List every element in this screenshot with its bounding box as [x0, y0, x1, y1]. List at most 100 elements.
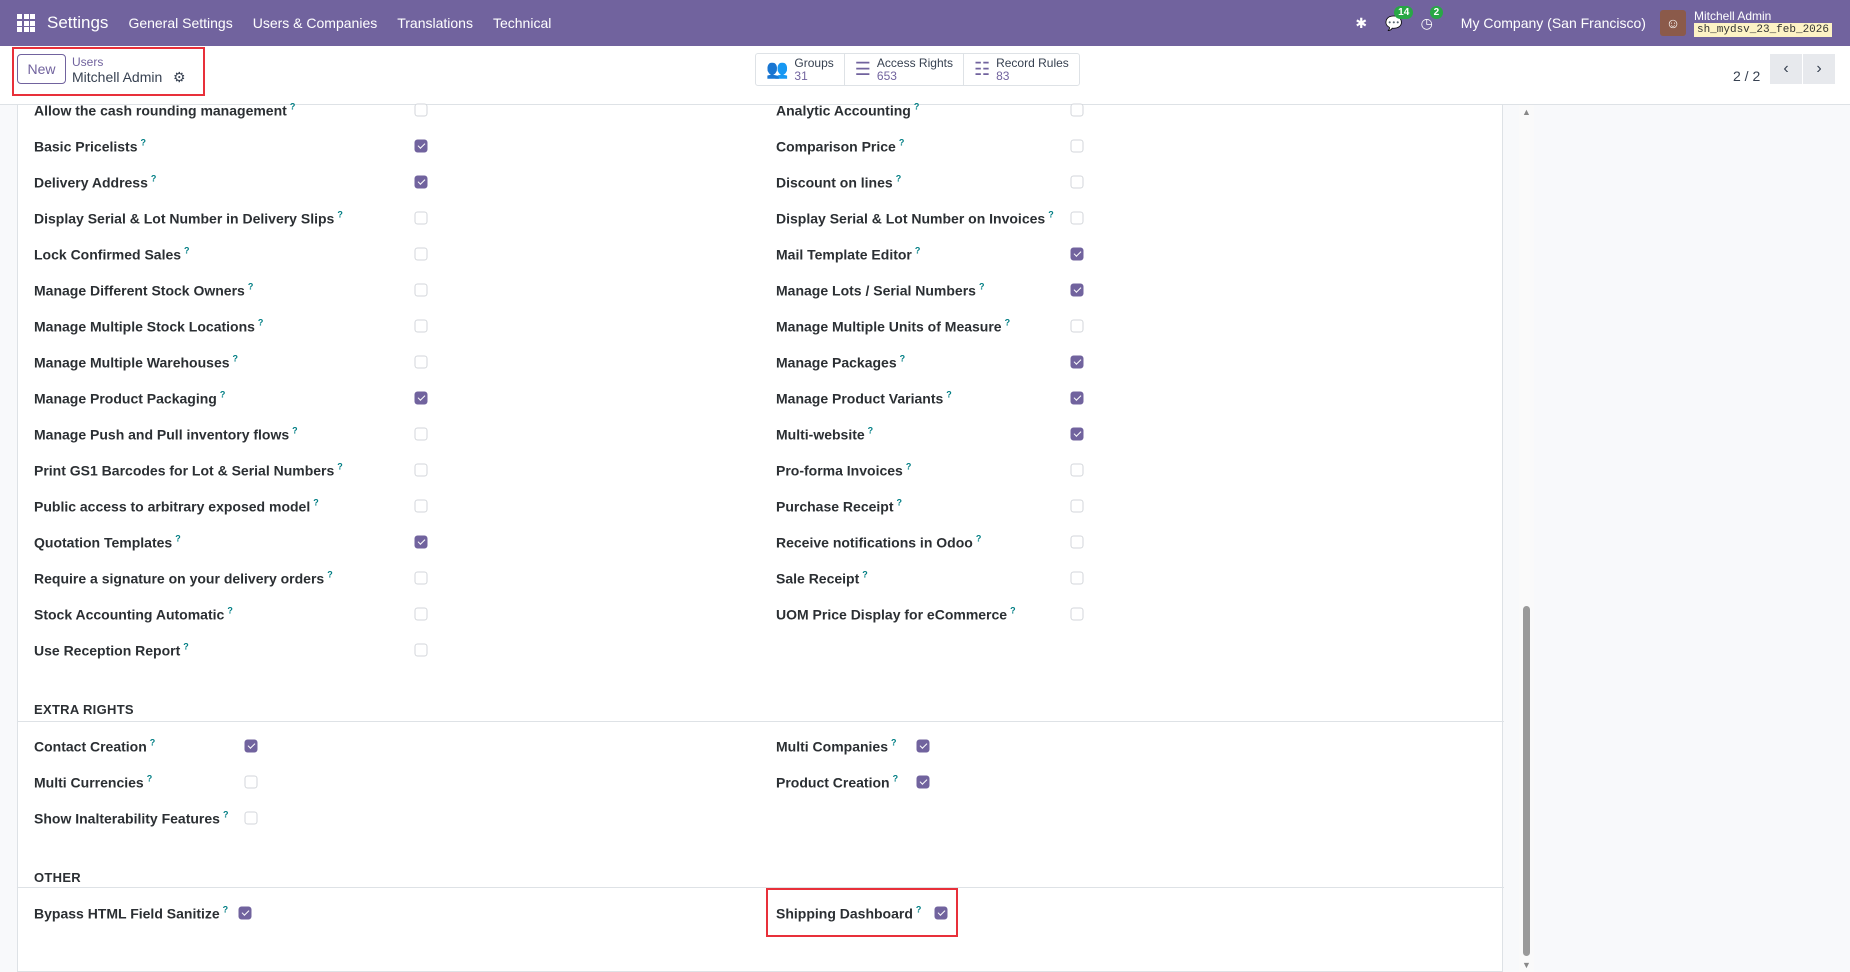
help-tooltip-icon[interactable]: ?	[141, 138, 147, 148]
help-tooltip-icon[interactable]: ?	[184, 246, 190, 256]
help-tooltip-icon[interactable]: ?	[292, 426, 298, 436]
field-checkbox[interactable]	[1070, 211, 1084, 225]
help-tooltip-icon[interactable]: ?	[258, 318, 264, 328]
help-tooltip-icon[interactable]: ?	[223, 810, 229, 820]
help-tooltip-icon[interactable]: ?	[946, 390, 952, 400]
field-checkbox[interactable]	[414, 643, 428, 657]
field-checkbox[interactable]	[1070, 571, 1084, 585]
help-tooltip-icon[interactable]: ?	[896, 174, 902, 184]
help-tooltip-icon[interactable]: ?	[906, 462, 912, 472]
help-tooltip-icon[interactable]: ?	[1010, 606, 1016, 616]
field-checkbox[interactable]	[1070, 463, 1084, 477]
help-tooltip-icon[interactable]: ?	[223, 905, 229, 915]
field-checkbox[interactable]	[414, 427, 428, 441]
field-checkbox[interactable]	[414, 283, 428, 297]
help-tooltip-icon[interactable]: ?	[337, 210, 343, 220]
field-checkbox[interactable]	[916, 739, 930, 753]
field-checkbox[interactable]	[1070, 535, 1084, 549]
record-rules-button[interactable]: ☷ Record Rules 83	[964, 54, 1079, 85]
field-checkbox[interactable]	[414, 499, 428, 513]
scroll-up-icon[interactable]: ▲	[1522, 107, 1531, 117]
help-tooltip-icon[interactable]: ?	[900, 354, 906, 364]
help-tooltip-icon[interactable]: ?	[976, 534, 982, 544]
field-checkbox[interactable]	[916, 775, 930, 789]
help-tooltip-icon[interactable]: ?	[150, 738, 156, 748]
gear-icon[interactable]: ⚙	[173, 69, 186, 86]
field-checkbox[interactable]	[1070, 175, 1084, 189]
new-button[interactable]: New	[17, 54, 66, 84]
field-checkbox[interactable]	[244, 739, 258, 753]
help-tooltip-icon[interactable]: ?	[915, 246, 921, 256]
field-checkbox[interactable]	[1070, 427, 1084, 441]
field-checkbox[interactable]	[414, 463, 428, 477]
app-name[interactable]: Settings	[47, 13, 108, 33]
user-menu[interactable]: Mitchell Admin sh_mydsv_23_feb_2026	[1693, 9, 1832, 37]
field-checkbox[interactable]	[238, 906, 252, 920]
help-tooltip-icon[interactable]: ?	[227, 606, 233, 616]
field-checkbox[interactable]	[1070, 391, 1084, 405]
field-checkbox[interactable]	[1070, 247, 1084, 261]
field-checkbox[interactable]	[414, 355, 428, 369]
field-checkbox[interactable]	[414, 211, 428, 225]
company-switcher[interactable]: My Company (San Francisco)	[1461, 15, 1646, 31]
field-checkbox[interactable]	[414, 607, 428, 621]
field-checkbox[interactable]	[414, 571, 428, 585]
field-checkbox[interactable]	[414, 247, 428, 261]
field-checkbox[interactable]	[1070, 139, 1084, 153]
help-tooltip-icon[interactable]: ?	[233, 354, 239, 364]
field-checkbox[interactable]	[1070, 283, 1084, 297]
vertical-scrollbar[interactable]: ▲ ▼	[1519, 105, 1534, 972]
help-tooltip-icon[interactable]: ?	[893, 774, 899, 784]
help-tooltip-icon[interactable]: ?	[337, 462, 343, 472]
help-tooltip-icon[interactable]: ?	[897, 498, 903, 508]
help-tooltip-icon[interactable]: ?	[220, 390, 226, 400]
field-checkbox[interactable]	[934, 906, 948, 920]
field-checkbox[interactable]	[414, 103, 428, 117]
help-tooltip-icon[interactable]: ?	[151, 174, 157, 184]
help-tooltip-icon[interactable]: ?	[1048, 210, 1054, 220]
field-checkbox[interactable]	[244, 811, 258, 825]
field-checkbox[interactable]	[414, 319, 428, 333]
help-tooltip-icon[interactable]: ?	[862, 570, 868, 580]
help-tooltip-icon[interactable]: ?	[979, 282, 985, 292]
help-tooltip-icon[interactable]: ?	[327, 570, 333, 580]
menu-technical[interactable]: Technical	[493, 15, 551, 31]
field-checkbox[interactable]	[1070, 319, 1084, 333]
menu-users-companies[interactable]: Users & Companies	[253, 15, 378, 31]
pager-previous-button[interactable]: ‹	[1770, 54, 1802, 84]
field-checkbox[interactable]	[414, 175, 428, 189]
messages-icon[interactable]: 💬 14	[1385, 5, 1414, 32]
field-checkbox[interactable]	[1070, 499, 1084, 513]
menu-translations[interactable]: Translations	[397, 15, 473, 31]
help-tooltip-icon[interactable]: ?	[175, 534, 181, 544]
help-tooltip-icon[interactable]: ?	[914, 102, 920, 112]
scrollbar-thumb[interactable]	[1523, 606, 1530, 956]
activities-clock-icon[interactable]: ◷ 2	[1421, 5, 1444, 32]
help-tooltip-icon[interactable]: ?	[899, 138, 905, 148]
help-tooltip-icon[interactable]: ?	[1005, 318, 1011, 328]
help-tooltip-icon[interactable]: ?	[868, 426, 874, 436]
breadcrumb-users[interactable]: Users	[72, 55, 103, 69]
pager-value[interactable]: 2 / 2	[1733, 68, 1760, 84]
apps-menu-icon[interactable]	[17, 14, 35, 32]
help-tooltip-icon[interactable]: ?	[916, 905, 922, 915]
help-tooltip-icon[interactable]: ?	[290, 102, 296, 112]
help-tooltip-icon[interactable]: ?	[248, 282, 254, 292]
field-checkbox[interactable]	[1070, 103, 1084, 117]
access-rights-button[interactable]: ☰ Access Rights 653	[845, 54, 964, 85]
scroll-down-icon[interactable]: ▼	[1522, 960, 1531, 970]
help-tooltip-icon[interactable]: ?	[313, 498, 319, 508]
help-tooltip-icon[interactable]: ?	[183, 642, 189, 652]
menu-general-settings[interactable]: General Settings	[128, 15, 232, 31]
field-checkbox[interactable]	[244, 775, 258, 789]
groups-button[interactable]: 👥 Groups 31	[756, 54, 845, 85]
field-checkbox[interactable]	[1070, 607, 1084, 621]
field-checkbox[interactable]	[1070, 355, 1084, 369]
field-checkbox[interactable]	[414, 535, 428, 549]
debug-bug-icon[interactable]: ✱	[1355, 15, 1367, 32]
field-checkbox[interactable]	[414, 139, 428, 153]
help-tooltip-icon[interactable]: ?	[891, 738, 897, 748]
help-tooltip-icon[interactable]: ?	[147, 774, 153, 784]
field-checkbox[interactable]	[414, 391, 428, 405]
pager-next-button[interactable]: ›	[1803, 54, 1835, 84]
